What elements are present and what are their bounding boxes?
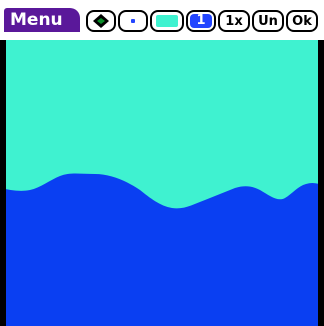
ok-button[interactable]: Ok [286, 10, 318, 32]
toolbar: Menu 1 1x Un Ok [0, 0, 324, 40]
fill-tool-button[interactable] [86, 10, 116, 32]
canvas-left-border [0, 40, 6, 326]
layer-number-label: 1 [190, 14, 212, 28]
zoom-button[interactable]: 1x [218, 10, 250, 32]
paint-bucket-icon [93, 14, 109, 28]
swatch-icon [156, 15, 178, 27]
ok-label: Ok [292, 13, 312, 29]
drawing-canvas[interactable] [0, 40, 324, 326]
menu-tab[interactable]: Menu [4, 8, 80, 32]
dot-icon [131, 19, 135, 23]
brush-size-button[interactable] [118, 10, 148, 32]
layer-number-button[interactable]: 1 [186, 10, 216, 32]
undo-label: Un [258, 13, 278, 29]
canvas-right-border [318, 40, 324, 326]
color-swatch-button[interactable] [150, 10, 184, 32]
undo-button[interactable]: Un [252, 10, 284, 32]
zoom-label: 1x [225, 13, 243, 29]
